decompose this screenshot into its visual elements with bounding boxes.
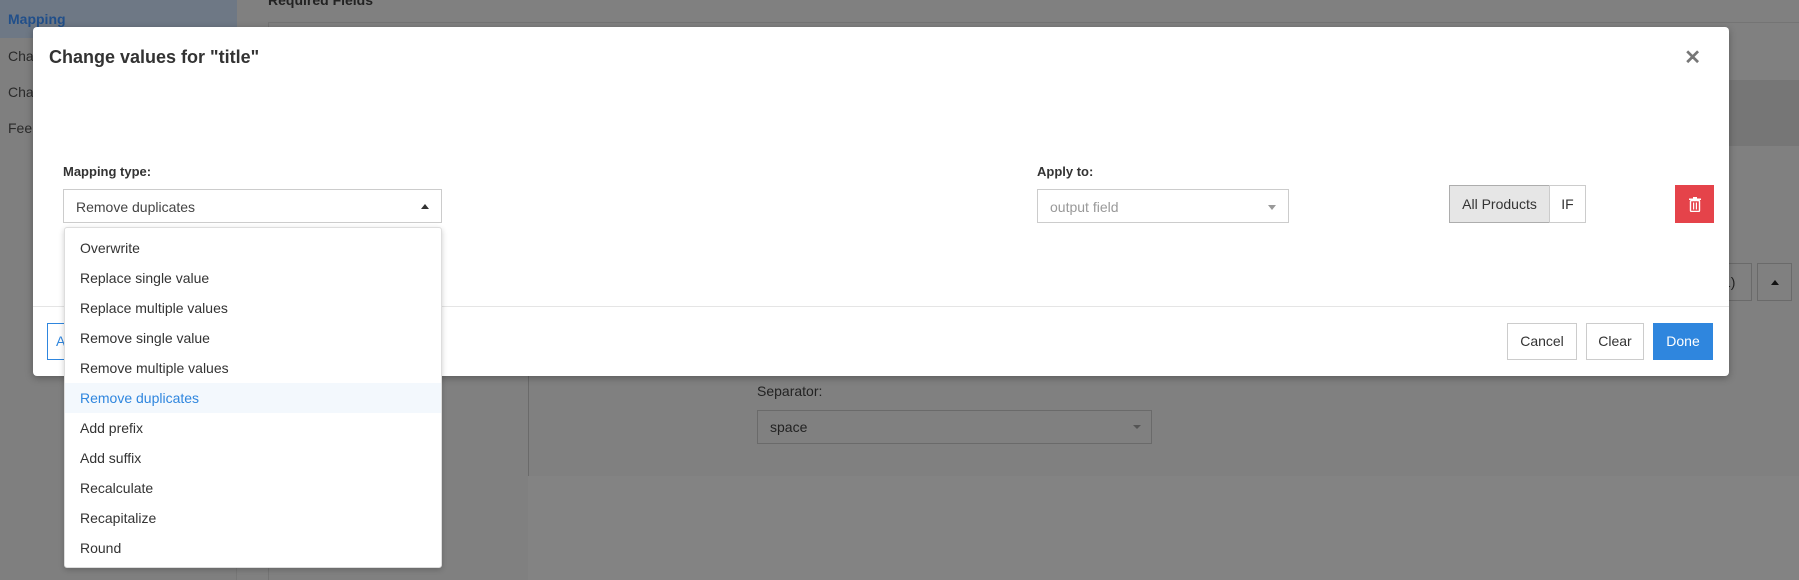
caret-down-icon — [1268, 205, 1276, 210]
option-replace-multiple-values[interactable]: Replace multiple values — [65, 293, 441, 323]
mapping-type-label: Mapping type: — [63, 164, 152, 179]
trash-icon — [1688, 197, 1701, 213]
separator-select[interactable]: space — [757, 410, 1152, 444]
modal-title: Change values for "title" — [49, 47, 260, 67]
option-remove-multiple-values[interactable]: Remove multiple values — [65, 353, 441, 383]
close-icon[interactable]: ✕ — [1684, 45, 1701, 70]
if-button[interactable]: IF — [1549, 185, 1586, 223]
option-remove-single-value[interactable]: Remove single value — [65, 323, 441, 353]
separator-label: Separator: — [757, 383, 823, 399]
sidebar-item-3[interactable]: Cha — [8, 84, 34, 100]
done-button[interactable]: Done — [1653, 323, 1713, 360]
section-title: Required Fields — [268, 0, 374, 8]
mapping-type-dropdown: Overwrite Replace single value Replace m… — [64, 227, 442, 568]
option-replace-single-value[interactable]: Replace single value — [65, 263, 441, 293]
caret-up-icon — [421, 204, 429, 209]
sidebar-item-4[interactable]: Fee — [8, 120, 32, 136]
mapping-type-value: Remove duplicates — [76, 199, 196, 215]
option-recapitalize[interactable]: Recapitalize — [65, 503, 441, 533]
option-add-suffix[interactable]: Add suffix — [65, 443, 441, 473]
clear-button[interactable]: Clear — [1586, 323, 1644, 360]
option-overwrite[interactable]: Overwrite — [65, 233, 441, 263]
all-products-button[interactable]: All Products — [1449, 185, 1550, 223]
option-remove-duplicates[interactable]: Remove duplicates — [65, 383, 441, 413]
background-strip — [1729, 80, 1799, 146]
mapping-type-select[interactable]: Remove duplicates — [63, 189, 442, 223]
option-add-prefix[interactable]: Add prefix — [65, 413, 441, 443]
apply-to-placeholder: output field — [1050, 199, 1119, 215]
cancel-button[interactable]: Cancel — [1507, 323, 1577, 360]
caret-up-icon — [1771, 280, 1779, 285]
sidebar-item-2[interactable]: Cha — [8, 48, 34, 64]
option-round[interactable]: Round — [65, 533, 441, 563]
divider — [528, 376, 529, 476]
separator-value: space — [770, 419, 808, 435]
option-recalculate[interactable]: Recalculate — [65, 473, 441, 503]
delete-button[interactable] — [1675, 185, 1714, 223]
apply-to-label: Apply to: — [1037, 164, 1094, 179]
background-block — [528, 476, 1799, 580]
collapse-button[interactable] — [1757, 263, 1792, 301]
apply-to-select[interactable]: output field — [1037, 189, 1289, 223]
caret-down-icon — [1133, 425, 1141, 429]
